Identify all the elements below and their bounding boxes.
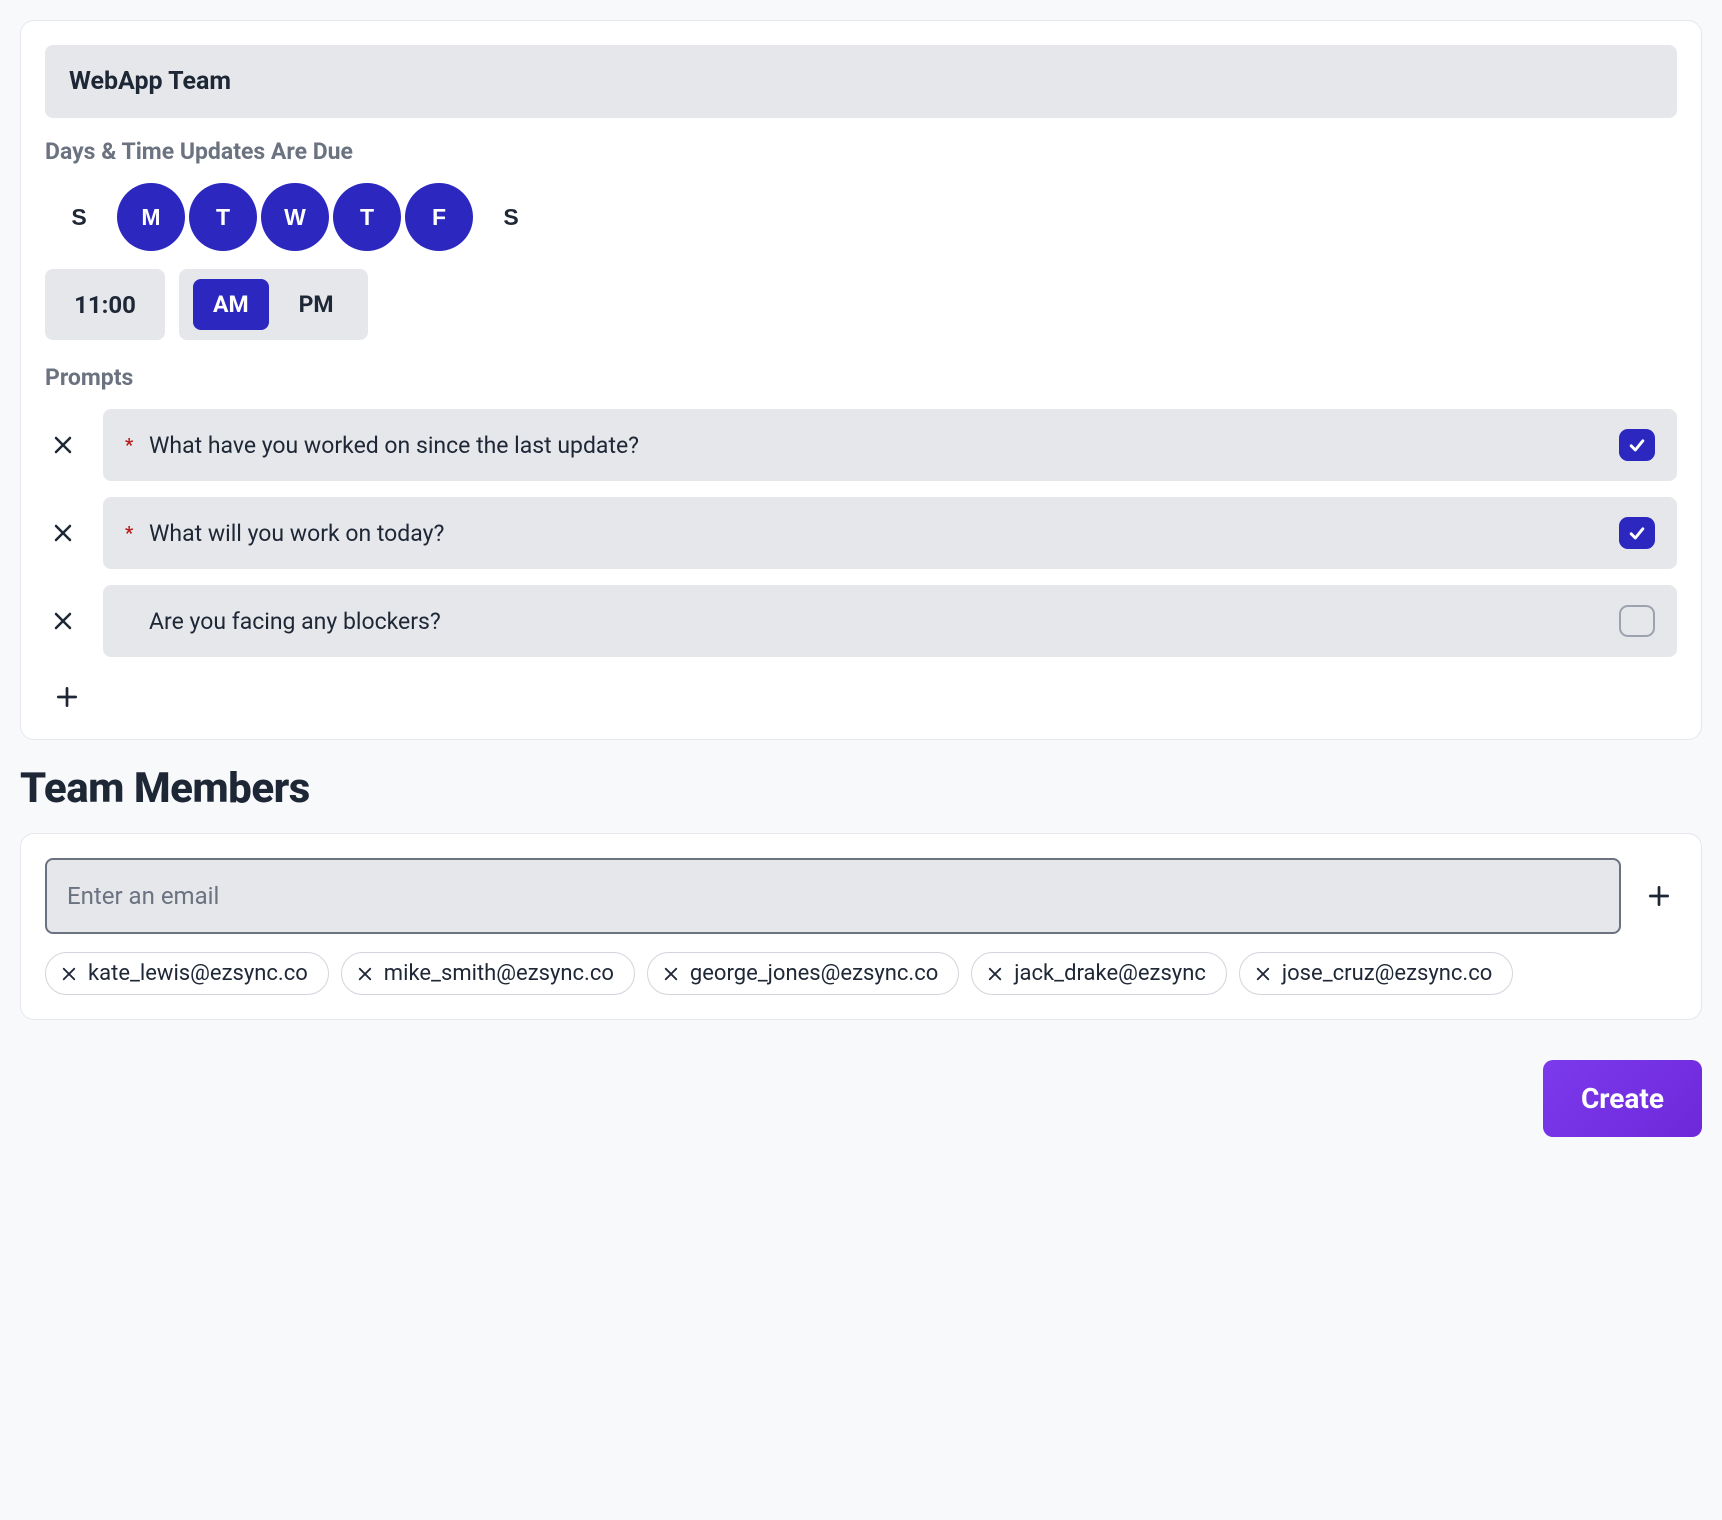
add-member-button[interactable] bbox=[1641, 878, 1677, 914]
remove-member-button[interactable] bbox=[356, 965, 374, 983]
day-toggle-3[interactable]: W bbox=[261, 183, 329, 251]
close-icon bbox=[662, 965, 680, 983]
email-row bbox=[45, 858, 1677, 934]
remove-member-button[interactable] bbox=[60, 965, 78, 983]
team-members-card: kate_lewis@ezsync.co mike_smith@ezsync.co… bbox=[20, 833, 1702, 1020]
required-toggle[interactable] bbox=[1619, 429, 1655, 461]
add-prompt-button[interactable] bbox=[49, 679, 85, 715]
close-icon bbox=[51, 521, 75, 545]
team-name-input[interactable] bbox=[45, 45, 1677, 118]
prompt-row: Are you facing any blockers? bbox=[45, 585, 1677, 657]
member-email: kate_lewis@ezsync.co bbox=[88, 961, 308, 986]
remove-member-button[interactable] bbox=[1254, 965, 1272, 983]
prompts-list: * What have you worked on since the last … bbox=[45, 409, 1677, 657]
required-toggle[interactable] bbox=[1619, 605, 1655, 637]
required-indicator: * bbox=[125, 523, 135, 544]
member-chip: george_jones@ezsync.co bbox=[647, 952, 959, 995]
time-row: AM PM bbox=[45, 269, 1677, 340]
ampm-toggle: AM PM bbox=[179, 269, 368, 340]
day-toggle-4[interactable]: T bbox=[333, 183, 401, 251]
days-row: SMTWTFS bbox=[45, 183, 1677, 251]
prompt-text: What have you worked on since the last u… bbox=[149, 432, 1605, 459]
remove-prompt-button[interactable] bbox=[45, 603, 81, 639]
prompts-label: Prompts bbox=[45, 364, 1677, 391]
close-icon bbox=[1254, 965, 1272, 983]
member-chip: jose_cruz@ezsync.co bbox=[1239, 952, 1513, 995]
team-members-heading: Team Members bbox=[20, 764, 1702, 813]
member-email: jack_drake@ezsync bbox=[1014, 961, 1206, 986]
prompt-field[interactable]: * What have you worked on since the last … bbox=[103, 409, 1677, 481]
check-icon bbox=[1627, 435, 1647, 455]
remove-prompt-button[interactable] bbox=[45, 427, 81, 463]
member-chip: kate_lewis@ezsync.co bbox=[45, 952, 329, 995]
check-icon bbox=[1627, 523, 1647, 543]
member-email: mike_smith@ezsync.co bbox=[384, 961, 614, 986]
close-icon bbox=[356, 965, 374, 983]
close-icon bbox=[51, 609, 75, 633]
remove-member-button[interactable] bbox=[986, 965, 1004, 983]
member-email: jose_cruz@ezsync.co bbox=[1282, 961, 1492, 986]
schedule-label: Days & Time Updates Are Due bbox=[45, 138, 1677, 165]
pm-button[interactable]: PM bbox=[279, 279, 354, 330]
remove-member-button[interactable] bbox=[662, 965, 680, 983]
plus-icon bbox=[54, 684, 80, 710]
day-toggle-6[interactable]: S bbox=[477, 183, 545, 251]
member-chips: kate_lewis@ezsync.co mike_smith@ezsync.co… bbox=[45, 952, 1677, 995]
create-button[interactable]: Create bbox=[1543, 1060, 1702, 1137]
member-chip: jack_drake@ezsync bbox=[971, 952, 1227, 995]
day-toggle-1[interactable]: M bbox=[117, 183, 185, 251]
time-input[interactable] bbox=[45, 269, 165, 340]
day-toggle-5[interactable]: F bbox=[405, 183, 473, 251]
close-icon bbox=[60, 965, 78, 983]
prompt-field[interactable]: * What will you work on today? bbox=[103, 497, 1677, 569]
remove-prompt-button[interactable] bbox=[45, 515, 81, 551]
close-icon bbox=[51, 433, 75, 457]
day-toggle-0[interactable]: S bbox=[45, 183, 113, 251]
email-input[interactable] bbox=[45, 858, 1621, 934]
plus-icon bbox=[1646, 883, 1672, 909]
required-toggle[interactable] bbox=[1619, 517, 1655, 549]
prompt-field[interactable]: Are you facing any blockers? bbox=[103, 585, 1677, 657]
close-icon bbox=[986, 965, 1004, 983]
am-button[interactable]: AM bbox=[193, 279, 269, 330]
footer-row: Create bbox=[20, 1060, 1702, 1137]
prompt-text: Are you facing any blockers? bbox=[149, 608, 1605, 635]
required-indicator: * bbox=[125, 435, 135, 456]
member-email: george_jones@ezsync.co bbox=[690, 961, 938, 986]
day-toggle-2[interactable]: T bbox=[189, 183, 257, 251]
member-chip: mike_smith@ezsync.co bbox=[341, 952, 635, 995]
prompt-text: What will you work on today? bbox=[149, 520, 1605, 547]
prompt-row: * What have you worked on since the last … bbox=[45, 409, 1677, 481]
team-config-card: Days & Time Updates Are Due SMTWTFS AM P… bbox=[20, 20, 1702, 740]
prompt-row: * What will you work on today? bbox=[45, 497, 1677, 569]
